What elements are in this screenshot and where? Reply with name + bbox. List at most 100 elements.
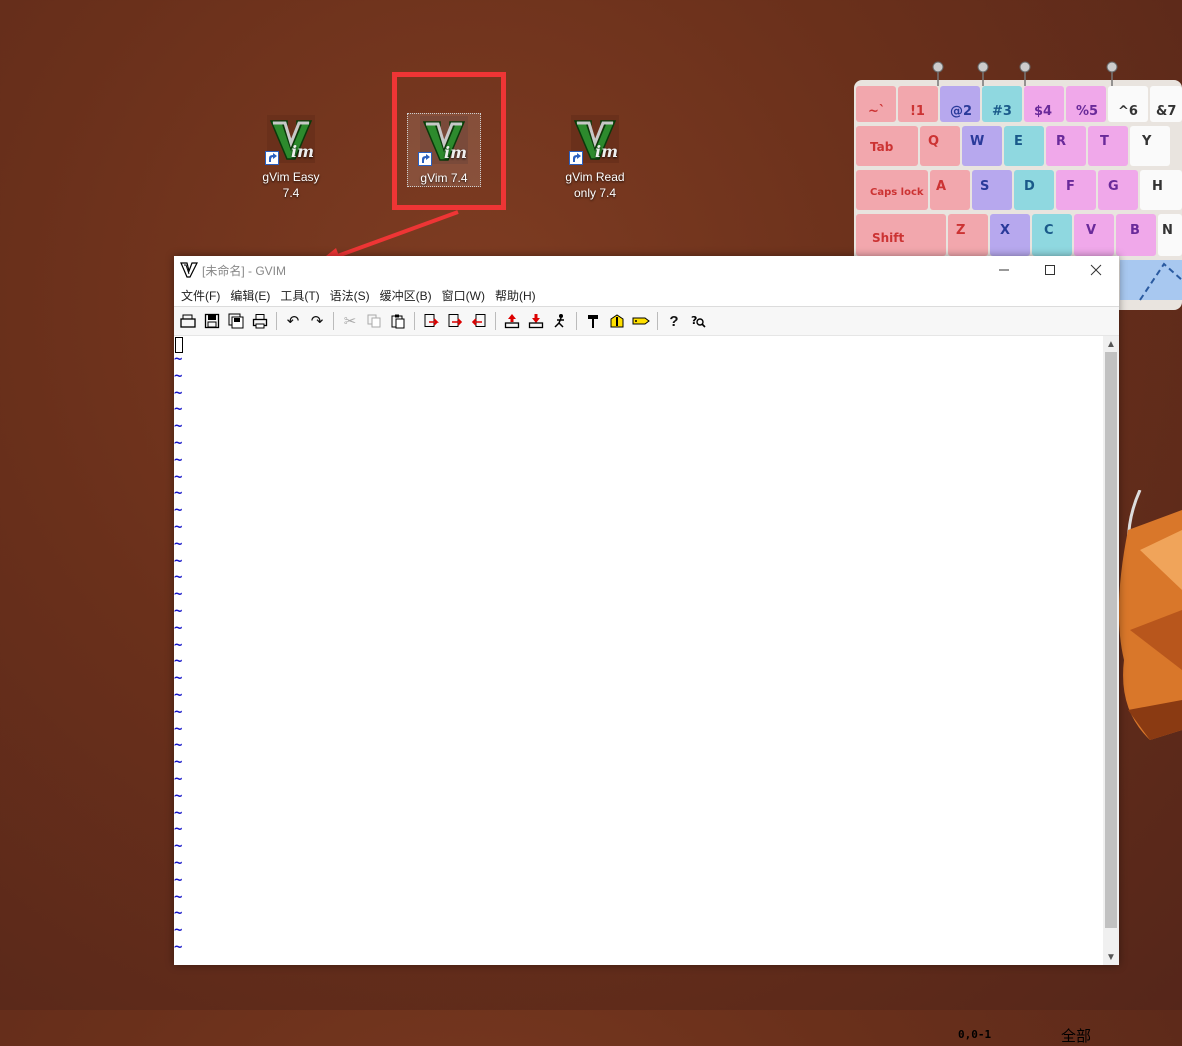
scroll-up-arrow-icon[interactable]: ▲: [1103, 336, 1119, 352]
tilde-line: ~: [174, 351, 183, 367]
status-cursor-position: 0,0-1: [958, 1028, 992, 1041]
key-caps: Caps lock: [870, 187, 924, 198]
save-all-icon[interactable]: [225, 310, 247, 332]
find-next-icon[interactable]: [444, 310, 466, 332]
tilde-line: ~: [174, 519, 183, 535]
run-script-icon[interactable]: [549, 310, 571, 332]
tilde-line: ~: [174, 401, 183, 418]
save-icon[interactable]: [201, 310, 223, 332]
menu-file[interactable]: 文件(F): [181, 287, 220, 304]
jump-tag-icon[interactable]: [630, 310, 652, 332]
key-z: Z: [956, 223, 965, 238]
key-b: B: [1130, 223, 1140, 238]
tilde-line: ~: [174, 771, 183, 787]
tilde-line: ~: [174, 535, 183, 552]
menu-window[interactable]: 窗口(W): [442, 287, 485, 304]
editor-area[interactable]: ~ ~ ~ ~ ~ ~ ~ ~ ~ ~ ~ ~ ~ ~ ~ ~ ~ ~ ~ ~ ~ ~ ~ ~ ~ ~ ~ ~ ~ ~ ~ ~ ~ ~ ~ ~ 0,0…: [174, 336, 1103, 1045]
toolbar-separator: [333, 312, 334, 330]
vertical-scrollbar[interactable]: ▲ ▼: [1103, 336, 1119, 965]
load-session-icon[interactable]: [501, 310, 523, 332]
tilde-line: ~: [174, 922, 183, 939]
close-button[interactable]: [1073, 256, 1119, 284]
maximize-button[interactable]: [1027, 256, 1073, 284]
key-4: $4: [1034, 104, 1052, 119]
menu-syntax[interactable]: 语法(S): [330, 287, 370, 304]
desktop-icon-gvim-easy[interactable]: im gVim Easy 7.4: [251, 113, 331, 201]
key-x: X: [1000, 223, 1010, 238]
vim-logo-icon: im: [569, 113, 621, 165]
fox-wallpaper: [1118, 490, 1182, 740]
tilde-line: ~: [174, 787, 183, 804]
tilde-line: ~: [174, 435, 183, 451]
icon-label-line1: gVim Read: [565, 170, 625, 184]
title-bar[interactable]: [未命名] - GVIM: [174, 256, 1119, 284]
scroll-thumb[interactable]: [1105, 352, 1117, 928]
toolbar-separator: [276, 312, 277, 330]
tilde-line: ~: [174, 418, 183, 435]
tilde-line: ~: [174, 720, 183, 737]
find-prev-icon[interactable]: [468, 310, 490, 332]
find-help-icon[interactable]: ?: [687, 310, 709, 332]
print-icon[interactable]: [249, 310, 271, 332]
tilde-line: ~: [174, 586, 183, 603]
key-g: G: [1108, 179, 1119, 194]
vim-logo-icon: im: [265, 113, 317, 165]
key-1: !1: [910, 104, 925, 119]
menu-tools[interactable]: 工具(T): [280, 287, 319, 304]
key-7: &7: [1156, 104, 1176, 119]
key-h: H: [1152, 179, 1163, 194]
scroll-down-arrow-icon[interactable]: ▼: [1103, 949, 1119, 965]
key-c: C: [1044, 223, 1054, 238]
window-title: [未命名] - GVIM: [202, 263, 287, 278]
icon-label-line2: only 7.4: [573, 186, 617, 200]
make-icon[interactable]: [582, 310, 604, 332]
menu-help[interactable]: 帮助(H): [495, 287, 536, 304]
key-s: S: [980, 179, 989, 194]
paste-icon[interactable]: [387, 310, 409, 332]
build-tags-icon[interactable]: [606, 310, 628, 332]
tilde-line: ~: [174, 384, 183, 401]
tilde-line: ~: [174, 569, 183, 586]
key-v: V: [1086, 223, 1096, 238]
tilde-line: ~: [174, 653, 183, 670]
save-session-icon[interactable]: [525, 310, 547, 332]
tilde-line: ~: [174, 754, 183, 771]
tilde-line: ~: [174, 804, 183, 821]
minimize-button[interactable]: [981, 256, 1027, 284]
tilde-line: ~: [174, 451, 183, 468]
key-e: E: [1014, 134, 1023, 149]
tilde-line: ~: [174, 821, 183, 838]
desktop-icon-gvim-readonly[interactable]: im gVim Read only 7.4: [555, 113, 635, 201]
toolbar-separator: [414, 312, 415, 330]
key-tilde: ~`: [868, 104, 885, 119]
tilde-line: ~: [174, 603, 183, 619]
tilde-line: ~: [174, 855, 183, 871]
tilde-line: ~: [174, 871, 183, 888]
cut-icon[interactable]: ✂: [339, 310, 361, 332]
menu-buffers[interactable]: 缓冲区(B): [380, 287, 432, 304]
key-f: F: [1066, 179, 1075, 194]
key-t: T: [1100, 134, 1109, 149]
highlight-box: [392, 72, 506, 210]
svg-text:im: im: [595, 142, 618, 161]
tilde-line: ~: [174, 636, 183, 653]
shortcut-arrow-icon: [265, 151, 279, 165]
icon-label-line2: 7.4: [282, 186, 300, 200]
replace-icon[interactable]: [420, 310, 442, 332]
key-r: R: [1056, 134, 1066, 149]
toolbar-separator: [576, 312, 577, 330]
open-icon[interactable]: [177, 310, 199, 332]
tilde-line: ~: [174, 703, 183, 720]
toolbar-separator: [657, 312, 658, 330]
tilde-line: ~: [174, 619, 183, 636]
menu-edit[interactable]: 编辑(E): [230, 287, 270, 304]
gvim-window[interactable]: [未命名] - GVIM 文件(F) 编辑(E) 工具(T) 语法(S) 缓冲区…: [174, 256, 1119, 1045]
redo-icon[interactable]: ↷: [306, 310, 328, 332]
key-q: Q: [928, 134, 939, 149]
vim-app-icon: [180, 262, 198, 278]
copy-icon[interactable]: [363, 310, 385, 332]
undo-icon[interactable]: ↶: [282, 310, 304, 332]
key-shift: Shift: [872, 231, 905, 245]
help-icon[interactable]: ?: [663, 310, 685, 332]
shortcut-arrow-icon: [569, 151, 583, 165]
